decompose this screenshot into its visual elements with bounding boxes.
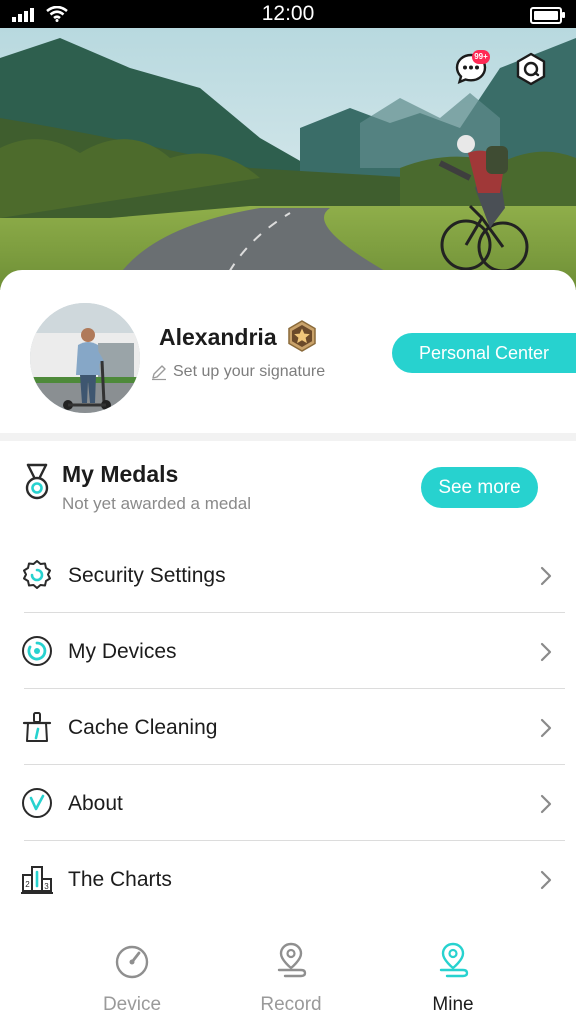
settings-hex-icon[interactable] bbox=[514, 52, 548, 86]
chevron-right-icon bbox=[540, 870, 552, 890]
cache-cleaning-icon bbox=[22, 712, 52, 742]
my-devices-icon bbox=[22, 636, 52, 666]
menu-item-label: About bbox=[68, 792, 123, 815]
about-icon bbox=[22, 788, 52, 818]
chevron-right-icon bbox=[540, 794, 552, 814]
medals-subtitle: Not yet awarded a medal bbox=[62, 494, 251, 513]
settings-menu: Security Settings My Devices Cache Clean… bbox=[0, 537, 576, 917]
notification-badge: 99+ bbox=[472, 50, 490, 64]
menu-item-label: The Charts bbox=[68, 868, 172, 891]
svg-text:2: 2 bbox=[25, 880, 30, 889]
bottom-nav: Device Record Mine bbox=[0, 930, 576, 1024]
menu-item-the-charts[interactable]: 2 3 The Charts bbox=[0, 841, 576, 917]
landscape-illustration bbox=[0, 28, 576, 290]
avatar[interactable] bbox=[30, 303, 140, 413]
tab-mine[interactable]: Mine bbox=[393, 940, 513, 1024]
status-time: 12:00 bbox=[261, 2, 315, 25]
menu-item-security-settings[interactable]: Security Settings bbox=[0, 537, 576, 613]
svg-text:3: 3 bbox=[44, 882, 49, 891]
chevron-right-icon bbox=[540, 566, 552, 586]
route-pin-icon bbox=[439, 942, 469, 978]
username: Alexandria bbox=[159, 324, 277, 350]
charts-icon: 2 3 bbox=[21, 866, 53, 894]
medal-icon bbox=[25, 463, 49, 500]
tab-mine-label: Mine bbox=[432, 994, 474, 1015]
avatar-photo bbox=[30, 303, 140, 413]
personal-center-button[interactable]: Personal Center bbox=[392, 333, 576, 373]
chevron-right-icon bbox=[540, 718, 552, 738]
section-divider bbox=[0, 433, 576, 441]
menu-item-my-devices[interactable]: My Devices bbox=[0, 613, 576, 689]
signature-text: Set up your signature bbox=[173, 363, 326, 380]
hero-banner-image: 99+ bbox=[0, 28, 576, 290]
signature-link[interactable]: Set up your signature bbox=[150, 363, 325, 381]
status-bar: 12:00 bbox=[0, 0, 576, 28]
menu-item-cache-cleaning[interactable]: Cache Cleaning bbox=[0, 689, 576, 765]
medals-section: My Medals Not yet awarded a medal See mo… bbox=[0, 441, 576, 537]
see-more-button[interactable]: See more bbox=[421, 467, 538, 508]
rank-medal-icon bbox=[288, 320, 316, 352]
menu-item-label: Cache Cleaning bbox=[68, 716, 218, 739]
menu-item-about[interactable]: About bbox=[0, 765, 576, 841]
pencil-icon bbox=[152, 365, 166, 381]
chevron-right-icon bbox=[540, 642, 552, 662]
battery-icon bbox=[530, 7, 565, 24]
menu-item-label: My Devices bbox=[68, 640, 177, 663]
security-settings-icon bbox=[23, 560, 51, 589]
route-pin-icon bbox=[277, 942, 307, 978]
menu-item-label: Security Settings bbox=[68, 564, 226, 587]
tab-device[interactable]: Device bbox=[72, 940, 192, 1024]
profile-card: Alexandria Set up your signature Persona… bbox=[0, 270, 576, 435]
tab-record[interactable]: Record bbox=[231, 940, 351, 1024]
tab-record-label: Record bbox=[260, 994, 322, 1015]
medals-title: My Medals bbox=[62, 461, 179, 487]
tab-device-label: Device bbox=[102, 994, 162, 1015]
speedometer-icon bbox=[115, 945, 149, 979]
